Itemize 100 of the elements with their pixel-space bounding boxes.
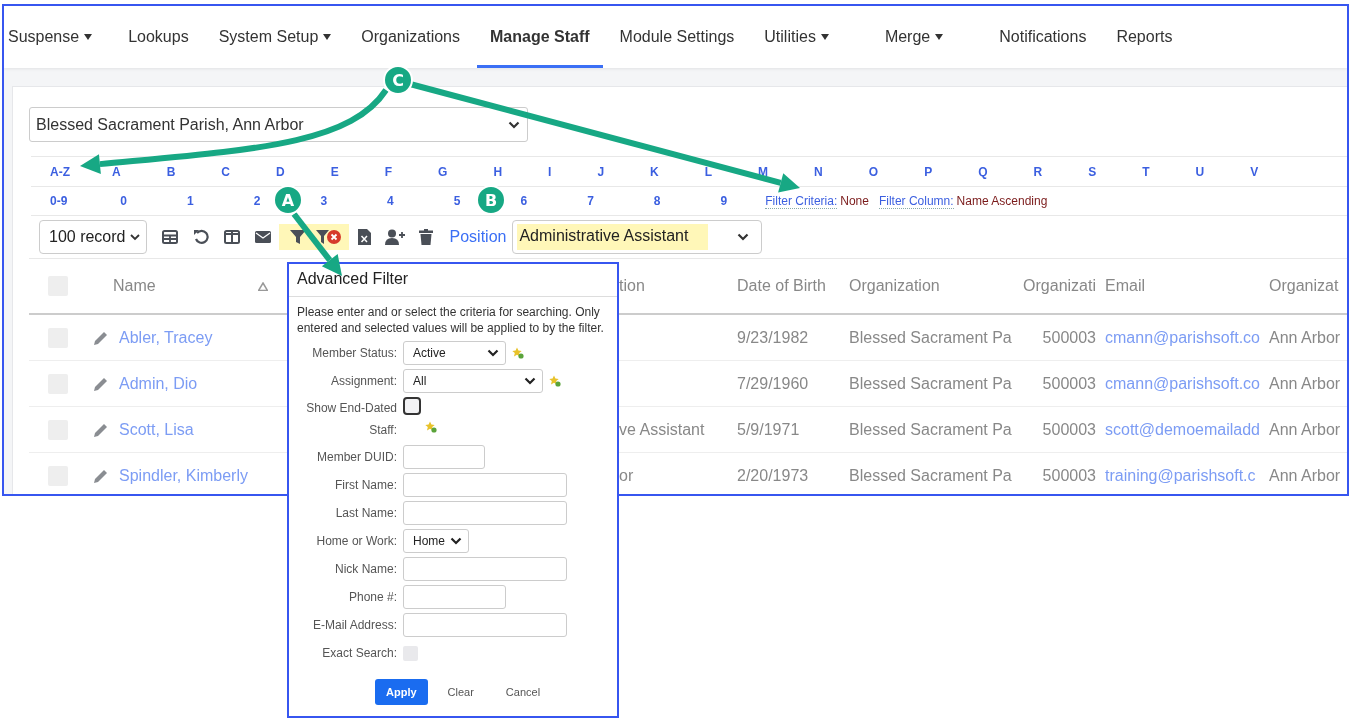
caret-down-icon[interactable] [935, 34, 944, 40]
grid-icon[interactable] [162, 230, 178, 244]
dropdown-field[interactable]: Home [403, 529, 469, 553]
digit-filter-link[interactable]: 0 [120, 194, 128, 208]
star-plus-icon[interactable] [549, 375, 561, 387]
letter-filter-link[interactable]: B [143, 164, 199, 179]
dialog-button[interactable]: Cancel [493, 679, 553, 705]
filter-status-link[interactable]: Filter Column: [878, 193, 954, 209]
dropdown-field[interactable]: Active [403, 341, 506, 365]
pencil-icon[interactable] [93, 467, 109, 484]
star-plus-icon[interactable] [425, 421, 437, 433]
pencil-icon[interactable] [93, 329, 109, 346]
nav-tab[interactable]: Notifications [986, 6, 1100, 68]
column-header[interactable]: Email [1105, 277, 1145, 295]
input-field[interactable] [403, 613, 567, 637]
sort-ascending-icon[interactable] [257, 281, 268, 291]
nav-tab[interactable]: Manage Staff [477, 6, 603, 68]
caret-down-icon[interactable] [84, 34, 93, 40]
position-link[interactable]: Position [449, 228, 507, 246]
staff-name-link[interactable]: Abler, Tracey [119, 328, 213, 347]
chevron-down-icon[interactable] [508, 120, 520, 129]
clear-filter-icon[interactable] [316, 228, 342, 246]
staff-name-link[interactable]: Spindler, Kimberly [119, 466, 248, 485]
nav-tab[interactable]: Organizations [348, 6, 473, 68]
column-header[interactable]: Name [113, 277, 156, 295]
letter-filter-link[interactable]: S [1065, 164, 1120, 179]
letter-filter-link[interactable]: Q [955, 164, 1011, 179]
columns-icon[interactable] [224, 230, 240, 244]
letter-filter-link[interactable]: V [1227, 164, 1282, 179]
email-link[interactable]: scott@demoemailadd [1105, 420, 1260, 439]
column-header[interactable]: Organizati [1023, 277, 1096, 295]
input-field[interactable] [403, 445, 485, 469]
letter-filter-link[interactable]: N [791, 164, 846, 179]
filter-icon[interactable] [290, 229, 306, 245]
digit-filter-link[interactable]: 7 [587, 194, 594, 208]
letter-filter-link[interactable]: M [735, 164, 792, 179]
letter-filter-link[interactable]: R [1010, 164, 1066, 179]
letter-filter-link[interactable]: A-Z [31, 164, 89, 179]
chevron-down-icon[interactable] [524, 377, 536, 385]
letter-filter-link[interactable]: L [681, 164, 736, 179]
letter-filter-link[interactable]: E [307, 164, 362, 179]
nav-tab[interactable]: Suspense [4, 6, 106, 68]
position-select[interactable]: Administrative Assistant [512, 220, 763, 254]
nav-tab[interactable]: Module Settings [606, 6, 748, 68]
digit-filter-link[interactable]: 9 [720, 194, 728, 208]
letter-filter-link[interactable]: K [627, 164, 682, 179]
nav-tab[interactable]: Utilities [751, 6, 842, 68]
digit-filter-link[interactable]: 8 [653, 194, 661, 208]
pencil-icon[interactable] [93, 375, 109, 392]
apply-button[interactable]: Apply [375, 679, 428, 705]
letter-filter-link[interactable]: T [1119, 164, 1173, 179]
input-field[interactable] [403, 585, 506, 609]
digit-filter-link[interactable]: 1 [187, 194, 194, 208]
letter-filter-link[interactable]: P [901, 164, 956, 179]
dialog-button[interactable]: Clear [435, 679, 486, 705]
caret-down-icon[interactable] [820, 34, 829, 40]
page-size-select[interactable]: 100 record [39, 220, 147, 254]
digit-filter-link[interactable]: 6 [520, 194, 528, 208]
trash-icon[interactable] [419, 229, 433, 245]
letter-filter-link[interactable]: H [470, 164, 526, 179]
nav-tab[interactable]: Lookups [115, 6, 202, 68]
letter-filter-link[interactable]: G [415, 164, 471, 179]
letter-filter-link[interactable]: A [89, 164, 144, 179]
nav-tab[interactable]: System Setup [205, 6, 345, 68]
spreadsheet-file-icon[interactable] [357, 229, 371, 245]
digit-filter-link[interactable]: 4 [387, 194, 394, 208]
input-field[interactable] [403, 501, 567, 525]
undo-icon[interactable] [193, 229, 209, 245]
staff-name-link[interactable]: Scott, Lisa [119, 420, 194, 439]
chevron-down-icon[interactable] [487, 349, 499, 357]
digit-filter-link[interactable]: 3 [320, 194, 328, 208]
mail-icon[interactable] [255, 231, 271, 243]
column-header[interactable]: Organizat [1269, 277, 1339, 295]
digit-filter-link[interactable]: 0-9 [50, 194, 68, 208]
column-header[interactable]: Organization [849, 277, 940, 295]
column-header[interactable]: Date of Birth [737, 277, 826, 295]
star-plus-icon[interactable] [512, 347, 524, 359]
email-link[interactable]: cmann@parishsoft.co [1105, 374, 1260, 393]
letter-filter-link[interactable]: J [574, 164, 628, 179]
letter-filter-link[interactable]: F [361, 164, 416, 179]
nav-tab[interactable]: Merge [871, 6, 957, 68]
email-link[interactable]: cmann@parishsoft.co [1105, 328, 1260, 347]
chevron-down-icon[interactable] [737, 233, 750, 241]
digit-filter-link[interactable]: 5 [453, 194, 461, 208]
checkbox[interactable] [403, 397, 421, 415]
letter-filter-link[interactable]: C [198, 164, 253, 179]
pencil-icon[interactable] [93, 421, 109, 438]
nav-tab[interactable]: Reports [1103, 6, 1186, 68]
staff-name-link[interactable]: Admin, Dio [119, 374, 198, 393]
filter-status-link[interactable]: Filter Criteria: [765, 193, 838, 209]
input-field[interactable] [403, 473, 567, 497]
letter-filter-link[interactable]: I [525, 164, 575, 179]
letter-filter-link[interactable]: U [1172, 164, 1228, 179]
chevron-down-icon[interactable] [450, 537, 462, 545]
organization-select[interactable]: Blessed Sacrament Parish, Ann Arbor [29, 107, 528, 142]
chevron-down-icon[interactable] [129, 233, 140, 241]
digit-filter-link[interactable]: 2 [253, 194, 261, 208]
input-field[interactable] [403, 557, 567, 581]
letter-filter-link[interactable]: O [845, 164, 902, 179]
column-header[interactable]: tion [619, 277, 645, 295]
